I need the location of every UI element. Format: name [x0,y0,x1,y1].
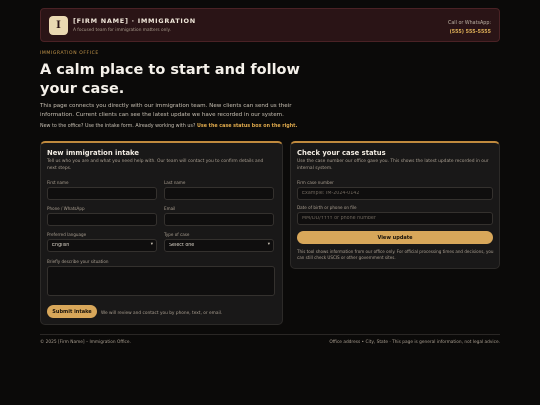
firm-logo: I [49,16,68,35]
case-status-link[interactable]: Use the case status box on the right. [197,124,297,129]
case-type-select[interactable]: Select one [164,239,274,252]
case-type-label: Type of case [164,232,190,237]
language-select-wrap: English ▾ [47,239,157,252]
status-title: Check your case status [297,149,386,157]
email-label: Email [164,206,176,211]
hero-description: This page connects you directly with our… [40,103,292,118]
first-name-field[interactable] [47,187,157,200]
firm-tagline: A focused team for immigration matters o… [73,28,171,33]
footer-disclaimer: Office address • City, State · This page… [329,340,500,345]
language-select[interactable]: English [47,239,157,252]
site-header: I [FIRM NAME] · IMMIGRATION A focused te… [40,8,500,42]
phone-label: Phone / WhatsApp [47,206,85,211]
hero-note: New to the office? Use the intake form. … [40,124,297,129]
intake-title: New immigration intake [47,149,139,157]
contact-label: Call or WhatsApp: [447,21,491,26]
intake-card: New immigration intake Tell us who you a… [40,141,283,325]
hero-note-text: New to the office? Use the intake form. … [40,124,196,129]
email-field[interactable] [164,213,274,226]
view-update-button[interactable]: View update [297,231,493,244]
case-number-field[interactable] [297,187,493,200]
footer-copyright: © 2025 [Firm Name] – Immigration Office. [40,340,131,345]
hero-eyebrow: IMMIGRATION OFFICE [40,51,99,56]
case-type-select-wrap: Select one ▾ [164,239,274,252]
submit-intake-button[interactable]: Submit intake [47,305,97,318]
dob-or-phone-field[interactable] [297,212,493,225]
case-number-label: Firm case number [297,180,334,185]
case-status-card: Check your case status Use the case numb… [290,141,500,269]
status-description: Use the case number our office gave you.… [297,159,489,171]
firm-name: [FIRM NAME] · IMMIGRATION [73,17,196,25]
language-label: Preferred language [47,232,87,237]
contact-phone-link[interactable]: (555) 555-5555 [450,30,491,35]
footer-divider [40,334,500,335]
situation-label: Briefly describe your situation [47,259,109,264]
submit-note: We will review and contact you by phone,… [101,311,223,316]
intake-description: Tell us who you are and what you need he… [47,159,264,171]
dob-label: Date of birth or phone on file [297,205,357,210]
status-footnote: This tool shows information from our off… [297,249,494,261]
phone-field[interactable] [47,213,157,226]
last-name-label: Last name [164,180,186,185]
first-name-label: First name [47,180,69,185]
situation-textarea[interactable] [47,266,275,296]
page-title: A calm place to start and follow your ca… [40,62,300,97]
last-name-field[interactable] [164,187,274,200]
